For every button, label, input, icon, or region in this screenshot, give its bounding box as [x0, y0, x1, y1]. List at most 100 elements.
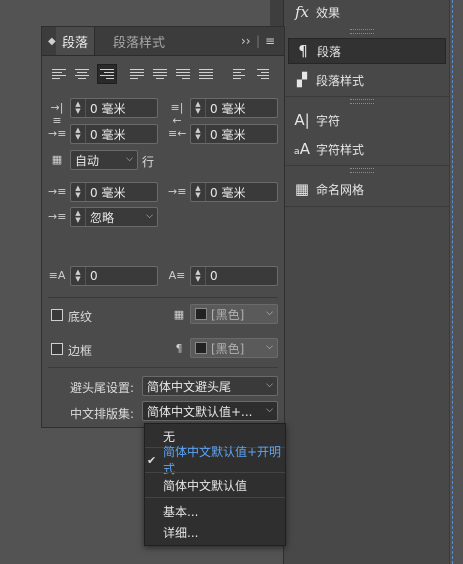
dock-effects[interactable]: fx 效果 — [288, 0, 444, 24]
last-line-indent-field[interactable]: ▲ ▼ 0 毫米 — [190, 124, 278, 144]
tab-paragraph-label: 段落 — [62, 35, 89, 51]
menu-item-detailed[interactable]: 详细... — [145, 520, 285, 544]
shading-swatch-icon: ▦ — [173, 308, 185, 321]
stepper-icon[interactable]: ▲ ▼ — [191, 267, 206, 285]
drop-cap-lines-field[interactable]: ▲ ▼ 0 — [70, 266, 158, 286]
kinsoku-label: 避头尾设置: — [70, 381, 135, 395]
justify-right-button[interactable] — [176, 65, 194, 83]
dock-grip[interactable] — [350, 99, 374, 104]
align-to-grid-select[interactable]: ▲ ▼ 忽略 ⌵ — [70, 207, 158, 227]
collapse-icon[interactable]: ◆ — [48, 36, 56, 47]
border-pilcrow-icon: ¶ — [175, 342, 183, 355]
stepper-icon[interactable]: ▲ ▼ — [71, 183, 86, 201]
dock-paragraph[interactable]: ¶ 段落 — [288, 38, 446, 64]
stepper-icon[interactable]: ▲ ▼ — [191, 183, 206, 201]
left-indent-value: 0 毫米 — [90, 101, 126, 116]
menu-icon[interactable]: ≡ — [265, 34, 275, 48]
left-indent-field[interactable]: ▲ ▼ 0 毫米 — [70, 98, 158, 118]
justify-all-button[interactable] — [199, 65, 217, 83]
stepper-icon[interactable]: ▲ ▼ — [191, 99, 206, 117]
align-left-button[interactable] — [52, 65, 70, 83]
justify-center-button[interactable] — [153, 65, 171, 83]
dock-grip[interactable] — [350, 29, 374, 34]
menu-item-default-kaimei[interactable]: ✔ 简体中文默认值+开明式 — [145, 445, 285, 476]
mojikumi-select[interactable]: 简体中文默认值+... ⌵ — [142, 401, 278, 421]
color-swatch — [195, 342, 207, 354]
shading-color-select[interactable]: [黑色] ⌵ — [190, 304, 278, 324]
leading-select-value: 自动 — [75, 153, 100, 168]
menu-item-label: 无 — [163, 429, 176, 444]
mojikumi-select-value: 简体中文默认值+... — [147, 404, 253, 419]
shading-color-value: [黑色] — [211, 307, 245, 322]
shading-checkbox[interactable] — [51, 309, 63, 321]
stepper-icon[interactable]: ▲ ▼ — [71, 99, 86, 117]
menu-item-default[interactable]: 简体中文默认值 — [145, 473, 285, 497]
leading-unit: 行 — [142, 155, 155, 169]
stepper-icon[interactable]: ▲ ▼ — [71, 208, 86, 226]
tab-paragraph-styles[interactable]: 段落样式 — [113, 27, 165, 55]
border-checkbox[interactable] — [51, 343, 63, 355]
dock-paragraph-styles-label: 段落样式 — [316, 73, 365, 88]
grid-icon: ▦ — [294, 180, 310, 198]
chevron-down-icon: ⌵ — [266, 342, 273, 352]
stepper-icon[interactable]: ▲ ▼ — [71, 267, 86, 285]
last-line-indent-icon: ≡← — [168, 127, 187, 140]
drop-cap-chars-field[interactable]: ▲ ▼ 0 — [190, 266, 278, 286]
paragraph-styles-icon: ▞ — [297, 72, 307, 88]
space-before-value: 0 毫米 — [90, 185, 126, 200]
color-swatch — [195, 308, 207, 320]
tab-divider: | — [256, 34, 261, 48]
drop-cap-chars-value: 0 — [210, 269, 218, 283]
chevron-down-icon: ⌵ — [126, 154, 133, 164]
space-after-icon: →≡ — [168, 185, 187, 198]
dock-paragraph-styles[interactable]: ▞ 段落样式 — [288, 68, 444, 92]
kinsoku-select[interactable]: 简体中文避头尾 ⌵ — [142, 376, 278, 396]
align-to-grid-icon: →≡ — [48, 210, 67, 223]
panel-divider — [48, 297, 278, 298]
tab-paragraph-styles-label: 段落样式 — [113, 35, 166, 51]
dock-paragraph-label: 段落 — [317, 44, 342, 59]
tab-paragraph[interactable]: 段落 — [56, 27, 96, 55]
panel-tab-bar: ◆ 段落 段落样式 ›› | ≡ — [42, 27, 284, 56]
align-right-button[interactable] — [97, 64, 117, 84]
space-after-value: 0 毫米 — [210, 185, 246, 200]
right-indent-field[interactable]: ▲ ▼ 0 毫米 — [190, 98, 278, 118]
dock-effects-label: 效果 — [316, 5, 341, 20]
mojikumi-dropdown-menu: 无 ✔ 简体中文默认值+开明式 简体中文默认值 基本... 详细... — [144, 423, 286, 546]
justify-left-button[interactable] — [130, 65, 148, 83]
drop-cap-lines-value: 0 — [90, 269, 98, 283]
chevron-down-icon: ⌵ — [266, 380, 273, 390]
border-color-select[interactable]: [黑色] ⌵ — [190, 338, 278, 358]
align-to-grid-value: 忽略 — [90, 210, 115, 225]
paragraph-panel: ◆ 段落 段落样式 ›› | ≡ →|≡ ▲ ▼ 0 毫米 ≡|← ▲ ▼ 0 毫米… — [41, 26, 285, 428]
stepper-icon[interactable]: ▲ ▼ — [191, 125, 206, 143]
character-icon: A| — [294, 111, 310, 129]
dock-divider — [284, 165, 449, 166]
border-color-value: [黑色] — [211, 341, 245, 356]
first-line-indent-icon: →≡ — [48, 127, 67, 140]
dock-named-grids[interactable]: ▦ 命名网格 — [288, 177, 444, 201]
expand-icon[interactable]: ›› — [241, 34, 251, 48]
align-towards-spine-button[interactable] — [233, 65, 251, 83]
dock-character-styles[interactable]: ₐA 字符样式 — [288, 137, 444, 161]
menu-divider — [145, 497, 285, 498]
leading-grid-icon: ▦ — [51, 153, 63, 166]
chevron-down-icon: ⌵ — [266, 308, 273, 318]
stepper-icon[interactable]: ▲ ▼ — [71, 125, 86, 143]
space-after-field[interactable]: ▲ ▼ 0 毫米 — [190, 182, 278, 202]
first-line-indent-field[interactable]: ▲ ▼ 0 毫米 — [70, 124, 158, 144]
space-before-icon: →≡ — [48, 185, 67, 198]
pilcrow-icon: ¶ — [298, 42, 308, 60]
leading-select[interactable]: 自动 ⌵ — [70, 150, 138, 170]
drop-cap-chars-icon: A≡ — [168, 269, 186, 282]
drop-cap-lines-icon: ≡A — [48, 269, 66, 282]
dock-character-styles-label: 字符样式 — [316, 142, 365, 157]
align-center-button[interactable] — [75, 65, 93, 83]
border-label: 边框 — [68, 344, 93, 358]
shading-label: 底纹 — [68, 310, 93, 324]
menu-item-label: 简体中文默认值 — [163, 478, 248, 493]
space-before-field[interactable]: ▲ ▼ 0 毫米 — [70, 182, 158, 202]
dock-character[interactable]: A| 字符 — [288, 108, 444, 132]
dock-grip[interactable] — [350, 168, 374, 173]
align-away-from-spine-button[interactable] — [255, 65, 273, 83]
